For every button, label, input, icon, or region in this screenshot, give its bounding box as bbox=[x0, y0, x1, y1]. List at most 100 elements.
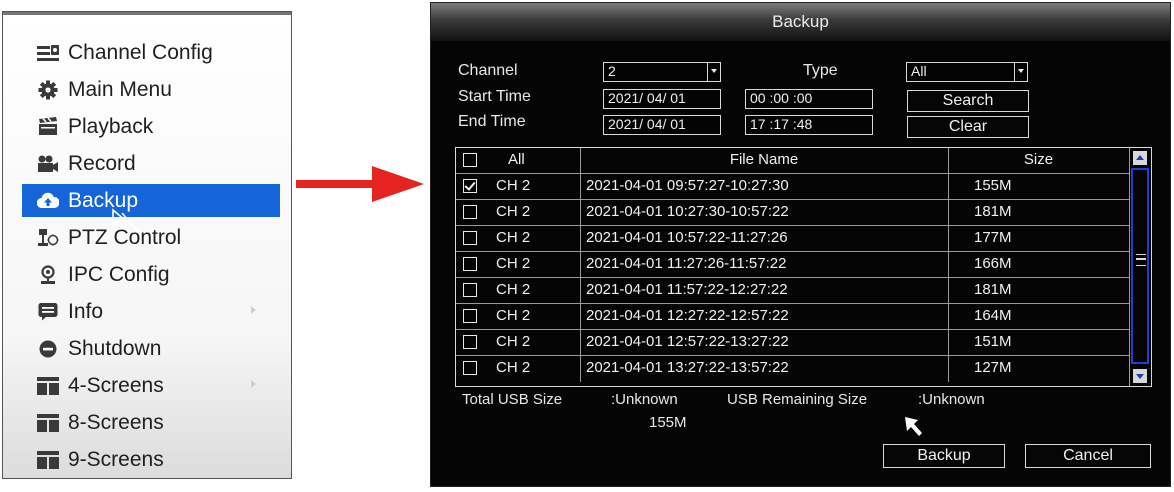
menu-item-record[interactable]: Record bbox=[22, 147, 280, 180]
header-all: All bbox=[508, 151, 525, 168]
row-checkbox[interactable] bbox=[463, 231, 477, 245]
menu-item-label: Main Menu bbox=[68, 77, 172, 101]
column-divider bbox=[948, 278, 949, 303]
column-divider bbox=[948, 356, 949, 382]
menu-item-4-screens[interactable]: 4-Screens bbox=[22, 369, 280, 402]
row-file-name: 2021-04-01 12:57:22-13:27:22 bbox=[586, 333, 789, 350]
column-divider bbox=[580, 200, 581, 225]
type-select[interactable]: All bbox=[906, 62, 1028, 82]
row-channel: CH 2 bbox=[496, 203, 531, 220]
row-checkbox[interactable] bbox=[463, 335, 477, 349]
type-select-value: All bbox=[911, 63, 927, 79]
row-size: 151M bbox=[974, 333, 1012, 350]
table-row[interactable]: CH 2 2021-04-01 12:27:22-12:57:22 164M bbox=[456, 304, 1129, 330]
table-row[interactable]: CH 2 2021-04-01 11:57:22-12:27:22 181M bbox=[456, 278, 1129, 304]
search-button[interactable]: Search bbox=[907, 90, 1029, 112]
row-channel: CH 2 bbox=[496, 255, 531, 272]
clapperboard-icon bbox=[36, 115, 60, 139]
menu-item-label: Channel Config bbox=[68, 40, 213, 64]
backup-button[interactable]: Backup bbox=[883, 444, 1005, 468]
row-checkbox[interactable] bbox=[463, 257, 477, 271]
row-file-name: 2021-04-01 12:27:22-12:57:22 bbox=[586, 307, 789, 324]
column-divider bbox=[948, 174, 949, 199]
column-divider bbox=[580, 304, 581, 329]
table-row[interactable]: CH 2 2021-04-01 10:27:30-10:57:22 181M bbox=[456, 200, 1129, 226]
chevron-down-icon[interactable] bbox=[1014, 63, 1027, 81]
menu-item-ipc-config[interactable]: IPC Config bbox=[22, 258, 280, 291]
row-size: 127M bbox=[974, 359, 1012, 376]
submenu-arrow-icon bbox=[251, 306, 256, 314]
selected-size-value: 155M bbox=[649, 414, 687, 431]
channel-select[interactable]: 2 bbox=[603, 62, 721, 82]
row-size: 181M bbox=[974, 281, 1012, 298]
shutdown-icon bbox=[36, 337, 60, 361]
row-size: 164M bbox=[974, 307, 1012, 324]
start-time-field[interactable]: 00 :00 :00 bbox=[745, 89, 873, 109]
menu-item-main-menu[interactable]: Main Menu bbox=[22, 73, 280, 106]
dialog-title: Backup bbox=[772, 12, 829, 31]
table-row[interactable]: CH 2 2021-04-01 13:27:22-13:57:22 127M bbox=[456, 356, 1129, 382]
menu-item-8-screens[interactable]: 8-Screens bbox=[22, 406, 280, 439]
channel-config-icon bbox=[36, 41, 60, 65]
mouse-cursor-icon bbox=[905, 417, 922, 436]
table-row[interactable]: CH 2 2021-04-01 11:27:26-11:57:22 166M bbox=[456, 252, 1129, 278]
ptz-icon bbox=[36, 226, 60, 250]
row-checkbox[interactable] bbox=[463, 361, 477, 375]
select-all-checkbox[interactable] bbox=[463, 153, 477, 167]
row-size: 155M bbox=[974, 177, 1012, 194]
start-time-label: Start Time bbox=[458, 88, 531, 105]
scroll-down-arrow-icon[interactable] bbox=[1133, 369, 1147, 383]
menu-item-channel-config[interactable]: Channel Config bbox=[22, 36, 280, 69]
row-file-name: 2021-04-01 11:57:22-12:27:22 bbox=[586, 281, 788, 298]
chevron-down-icon[interactable] bbox=[707, 63, 720, 81]
column-divider bbox=[948, 226, 949, 251]
row-checkbox[interactable] bbox=[463, 309, 477, 323]
row-checkbox[interactable] bbox=[463, 205, 477, 219]
row-checkbox[interactable] bbox=[463, 179, 477, 193]
menu-item-ptz-control[interactable]: PTZ Control bbox=[22, 221, 280, 254]
total-usb-size-label: Total USB Size bbox=[462, 391, 563, 408]
column-divider bbox=[948, 200, 949, 225]
row-file-name: 2021-04-01 10:57:22-11:27:26 bbox=[586, 229, 788, 246]
menu-item-label: 9-Screens bbox=[68, 447, 164, 471]
menu-item-label: 4-Screens bbox=[68, 373, 164, 397]
column-divider bbox=[580, 278, 581, 303]
menu-item-label: Record bbox=[68, 151, 136, 175]
gear-icon bbox=[36, 78, 60, 102]
row-file-name: 2021-04-01 09:57:27-10:27:30 bbox=[586, 177, 789, 194]
menu-item-backup[interactable]: Backup bbox=[22, 184, 280, 217]
column-divider bbox=[580, 252, 581, 277]
table-row[interactable]: CH 2 2021-04-01 10:57:22-11:27:26 177M bbox=[456, 226, 1129, 252]
menu-item-shutdown[interactable]: Shutdown bbox=[22, 332, 280, 365]
context-menu: Channel Config Main Menu Playback Record… bbox=[2, 11, 292, 479]
start-date-field[interactable]: 2021/ 04/ 01 bbox=[603, 89, 721, 109]
column-divider bbox=[948, 252, 949, 277]
column-divider bbox=[580, 356, 581, 382]
cancel-button[interactable]: Cancel bbox=[1025, 444, 1151, 468]
header-size: Size bbox=[1023, 151, 1054, 168]
usb-remaining-size-value: :Unknown bbox=[918, 391, 985, 408]
backup-dialog: Backup Channel 2 Type All Start Time 202… bbox=[430, 2, 1171, 487]
submenu-arrow-icon bbox=[251, 380, 256, 388]
column-divider bbox=[580, 226, 581, 251]
scroll-up-arrow-icon[interactable] bbox=[1133, 151, 1147, 165]
mouse-cursor-icon bbox=[112, 208, 142, 236]
table-header-row: All File Name Size bbox=[456, 148, 1129, 174]
end-time-label: End Time bbox=[458, 113, 526, 130]
row-size: 166M bbox=[974, 255, 1012, 272]
column-divider bbox=[580, 174, 581, 199]
row-file-name: 2021-04-01 10:27:30-10:57:22 bbox=[586, 203, 789, 220]
end-date-field[interactable]: 2021/ 04/ 01 bbox=[603, 115, 721, 135]
table-row[interactable]: CH 2 2021-04-01 09:57:27-10:27:30 155M bbox=[456, 174, 1129, 200]
usb-remaining-size-label: USB Remaining Size bbox=[727, 391, 868, 408]
scrollbar-thumb[interactable] bbox=[1131, 168, 1149, 364]
cloud-upload-icon bbox=[36, 189, 60, 213]
menu-item-playback[interactable]: Playback bbox=[22, 110, 280, 143]
menu-item-9-screens[interactable]: 9-Screens bbox=[22, 443, 280, 476]
row-checkbox[interactable] bbox=[463, 283, 477, 297]
end-time-field[interactable]: 17 :17 :48 bbox=[745, 115, 873, 135]
menu-item-info[interactable]: Info bbox=[22, 295, 280, 328]
clear-button[interactable]: Clear bbox=[907, 116, 1029, 138]
table-row[interactable]: CH 2 2021-04-01 12:57:22-13:27:22 151M bbox=[456, 330, 1129, 356]
table-scrollbar[interactable] bbox=[1129, 148, 1151, 386]
